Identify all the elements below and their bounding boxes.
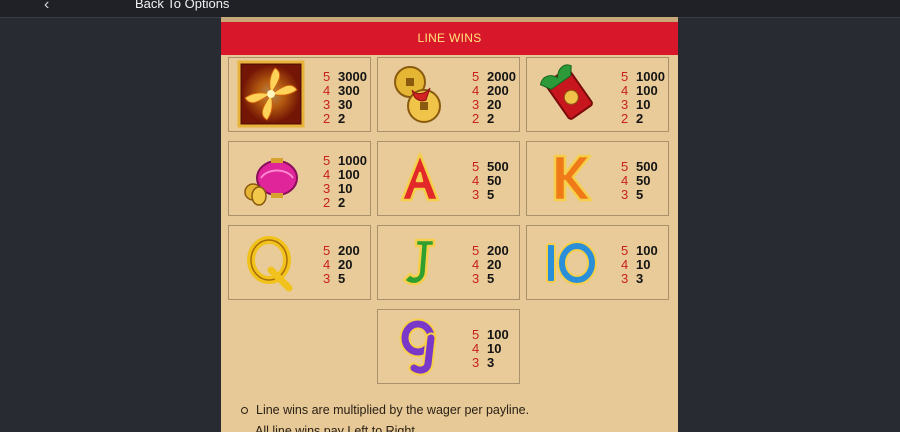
payout-row: 4 20 [323,257,353,272]
paytable-title: LINE WINS [221,22,678,55]
payout-list: 5 1000 4 100 3 10 22 [621,70,665,126]
payout-list: 5 200 4 20 35 [472,244,509,286]
symbol-cell-red-envelope: 5 1000 4 100 3 10 22 [526,57,669,132]
payout-row: 4 50 [472,173,502,188]
payout-row: 3 20 [472,97,502,112]
payout-row: 5 200 [323,243,360,258]
gold-coins-icon [394,66,441,123]
payout-row: 4 20 [472,257,502,272]
letter-j-icon [402,238,436,286]
payout-row: 35 [472,187,495,202]
payout-row: 5 1000 [621,69,665,84]
payout-row: 35 [621,187,644,202]
payout-row: 4 300 [323,83,360,98]
payout-row: 5 500 [472,159,509,174]
symbol-cell-gold-coins: 5 2000 4 200 3 20 22 [377,57,520,132]
symbol-cell-pinwheel: 5 3000 4 300 3 30 22 [228,57,371,132]
payout-row: 22 [323,111,346,126]
symbol-cell-letter-j: 5 200 4 20 35 [377,225,520,300]
payout-row: 4 10 [472,341,502,356]
payout-row: 4 200 [472,83,509,98]
lantern-icon [244,158,298,206]
payout-row: 3 10 [621,97,651,112]
payout-list: 5 500 4 50 35 [472,160,509,202]
symbol-cell-letter-q: 5 200 4 20 35 [228,225,371,300]
payout-row: 4 100 [323,167,360,182]
symbol-cell-letter-a: 5 500 4 50 35 [377,141,520,216]
payout-list: 5 200 4 20 35 [323,244,360,286]
rule-item: All line wins pay Left to Right. [255,424,419,432]
payout-row: 35 [323,271,346,286]
payout-row: 3 10 [323,181,353,196]
payout-row: 22 [472,111,495,126]
payout-row: 4 50 [621,173,651,188]
number-9-icon [399,318,437,376]
payout-list: 5 1000 4 100 3 10 22 [323,154,367,210]
payout-row: 5 200 [472,243,509,258]
payout-row: 33 [472,355,495,370]
payout-list: 5 3000 4 300 3 30 22 [323,70,367,126]
pinwheel-icon [237,60,305,128]
payout-row: 22 [323,195,346,210]
rule-item: Line wins are multiplied by the wager pe… [241,403,529,417]
symbol-cell-number-9: 5 100 4 10 33 [377,309,520,384]
symbol-cell-letter-k: 5 500 4 50 35 [526,141,669,216]
letter-k-icon [553,154,593,202]
payout-row: 5 2000 [472,69,516,84]
symbol-cell-number-10: 5 100 4 10 33 [526,225,669,300]
letter-a-icon [400,152,440,202]
payout-row: 5 100 [472,327,509,342]
rules-list: Line wins are multiplied by the wager pe… [241,403,529,432]
letter-q-icon [247,236,293,292]
payout-row: 5 100 [621,243,658,258]
bullet-icon [241,407,248,415]
payout-row: 5 500 [621,159,658,174]
symbol-cell-lantern: 5 1000 4 100 3 10 22 [228,141,371,216]
payout-list: 5 100 4 10 33 [472,328,509,370]
payout-row: 4 10 [621,257,651,272]
back-arrow-icon[interactable]: ‹ [44,0,49,14]
payout-row: 22 [621,111,644,126]
payout-list: 5 100 4 10 33 [621,244,658,286]
payout-list: 5 2000 4 200 3 20 22 [472,70,516,126]
payout-row: 4 100 [621,83,658,98]
paytable-panel: LINE WINS 5 3000 4 300 3 30 22 5 2000 4 … [221,17,678,432]
payout-row: 33 [621,271,644,286]
top-nav-bar: ‹ Back To Options [0,0,900,18]
payout-row: 5 3000 [323,69,367,84]
number-10-icon [546,241,597,285]
red-envelope-icon [539,64,593,120]
payout-row: 3 30 [323,97,353,112]
payout-list: 5 500 4 50 35 [621,160,658,202]
payout-row: 35 [472,271,495,286]
back-to-options-link[interactable]: Back To Options [135,0,229,11]
payout-row: 5 1000 [323,153,367,168]
